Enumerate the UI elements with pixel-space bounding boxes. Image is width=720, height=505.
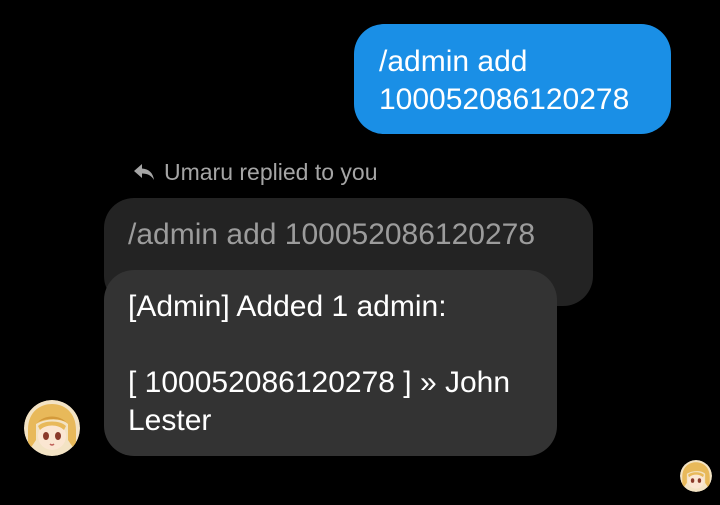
reply-context-text: Umaru replied to you bbox=[164, 158, 378, 185]
reply-context-label: Umaru replied to you bbox=[132, 158, 378, 186]
anime-avatar-icon bbox=[680, 460, 712, 492]
read-receipt-avatar bbox=[680, 460, 712, 492]
sent-message-bubble[interactable]: /admin add 100052086120278 bbox=[354, 24, 671, 134]
received-message-line: [ 100052086120278 ] » John Lester bbox=[128, 366, 511, 437]
received-message-line: [Admin] Added 1 admin: bbox=[128, 290, 447, 323]
anime-avatar-icon bbox=[24, 400, 80, 456]
reply-arrow-icon bbox=[132, 162, 156, 182]
chat-thread: /admin add 100052086120278 Umaru replied… bbox=[0, 0, 720, 505]
sender-avatar[interactable] bbox=[24, 400, 80, 456]
received-message-bubble[interactable]: [Admin] Added 1 admin: [ 100052086120278… bbox=[104, 270, 557, 456]
